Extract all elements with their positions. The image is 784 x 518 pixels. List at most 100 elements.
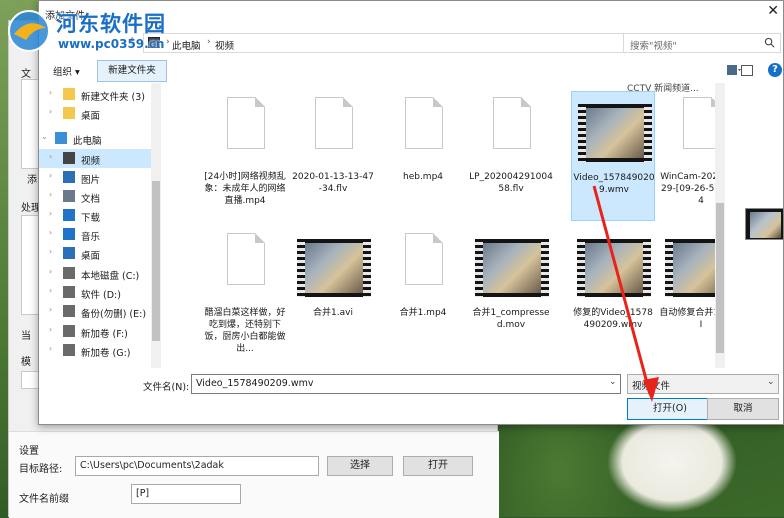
- open-file-dialog: 添加文件 ✕ ↑ › 此电脑 › 视频 ⌄ ↻ 搜索"视频" 组织 ▾ 新建文件…: [38, 0, 784, 425]
- nav-item-label: 桌面: [81, 251, 101, 262]
- expand-chevron-icon[interactable]: ›: [49, 209, 52, 218]
- video-icon: [63, 152, 75, 164]
- filename-label: 文件名(N):: [143, 382, 190, 393]
- file-icon: [291, 91, 375, 171]
- organize-button[interactable]: 组织 ▾: [53, 64, 80, 78]
- nav-item[interactable]: › 文档: [39, 187, 161, 206]
- expand-chevron-icon[interactable]: ›: [49, 88, 52, 97]
- file-name: 醋溜白菜这样做，好吃到爆，还特别下饭，厨房小白都能做出...: [204, 308, 286, 354]
- expand-chevron-icon[interactable]: ›: [49, 152, 52, 161]
- nav-item[interactable]: › 下载: [39, 206, 161, 225]
- drive-icon: [63, 305, 75, 317]
- nav-item[interactable]: › 图片: [39, 168, 161, 187]
- expand-chevron-icon[interactable]: ›: [49, 107, 52, 116]
- video-thumbnail: [659, 227, 719, 307]
- nav-scrollbar[interactable]: [151, 83, 161, 368]
- app-side-label-1: 文: [21, 69, 31, 80]
- expand-chevron-icon[interactable]: ⌄: [41, 132, 48, 141]
- file-tile[interactable]: [24小时]网络视频乱象：未成年人的网络直播.mp4: [203, 91, 287, 221]
- file-name: 2020-01-13-13-47-34.flv: [292, 172, 374, 194]
- search-input[interactable]: 搜索"视频": [623, 33, 781, 53]
- file-tile[interactable]: 合并1_compressed.mov: [469, 227, 553, 357]
- file-list-scrollbar[interactable]: [715, 83, 725, 368]
- nav-item[interactable]: › 视频: [39, 149, 161, 168]
- filetype-select[interactable]: 视频文件: [627, 374, 779, 394]
- file-tile[interactable]: 自动修复合并1-1.AVI: [659, 227, 719, 357]
- cancel-button[interactable]: 取消: [707, 398, 779, 420]
- file-name: LP_20200429100458.flv: [469, 172, 553, 194]
- watermark-title: 河东软件园: [56, 12, 166, 36]
- close-icon[interactable]: ✕: [767, 3, 779, 19]
- file-name: 合并1.mp4: [399, 308, 447, 318]
- help-icon[interactable]: ?: [768, 63, 782, 77]
- nav-item-label: 备份(勿删) (E:): [81, 309, 147, 320]
- expand-chevron-icon[interactable]: ›: [49, 228, 52, 237]
- expand-chevron-icon[interactable]: ›: [49, 286, 52, 295]
- app-current-label: 当: [21, 331, 31, 342]
- dialog-toolbar: 组织 ▾ 新建文件夹 ?: [39, 59, 783, 83]
- file-name: 自动修复合并1-1.AVI: [659, 308, 719, 330]
- file-icon: [469, 91, 553, 171]
- nav-item-label: 新建文件夹 (3): [81, 92, 145, 103]
- nav-item-label: 本地磁盘 (C:): [81, 271, 140, 282]
- file-tile[interactable]: 合并1.mp4: [381, 227, 465, 357]
- file-tile[interactable]: 修复的Video_1578490209.wmv: [571, 227, 655, 357]
- search-placeholder: 搜索"视频": [630, 41, 677, 52]
- nav-item[interactable]: › 备份(勿删) (E:): [39, 302, 161, 321]
- watermark-logo-icon: [8, 10, 50, 52]
- expand-chevron-icon[interactable]: ›: [49, 305, 52, 314]
- nav-item[interactable]: › 新加卷 (F:): [39, 322, 161, 341]
- file-tile[interactable]: LP_20200429100458.flv: [469, 91, 553, 221]
- nav-item[interactable]: › 音乐: [39, 225, 161, 244]
- file-tile[interactable]: Video_1578490209.wmv: [571, 91, 655, 221]
- filename-prefix-input[interactable]: [P]: [131, 484, 241, 504]
- expand-chevron-icon[interactable]: ›: [49, 171, 52, 180]
- nav-item[interactable]: › 本地磁盘 (C:): [39, 264, 161, 283]
- file-name: 修复的Video_1578490209.wmv: [573, 308, 653, 330]
- open-path-button[interactable]: 打开: [403, 456, 473, 476]
- folder-icon: [63, 107, 75, 119]
- expand-chevron-icon[interactable]: ›: [49, 344, 52, 353]
- download-icon: [63, 209, 75, 221]
- nav-item[interactable]: › 软件 (D:): [39, 283, 161, 302]
- open-button[interactable]: 打开(O): [627, 398, 713, 420]
- navigation-pane: › 新建文件夹 (3) › 桌面 ⌄ 此电脑 › 视频 › 图片 › 文档 › 下载 › 音乐 › 桌面 › 本地磁盘…: [39, 83, 161, 368]
- filename-input[interactable]: Video_1578490209.wmv: [191, 374, 621, 394]
- nav-item[interactable]: › 新加卷 (G:): [39, 341, 161, 360]
- file-tile[interactable]: heb.mp4: [381, 91, 465, 221]
- file-tile[interactable]: 2020-01-13-13-47-34.flv: [291, 91, 375, 221]
- watermark: 河东软件园 www.pc0359.cn: [0, 0, 230, 62]
- app-add-button[interactable]: 添: [27, 171, 37, 186]
- expand-chevron-icon[interactable]: ›: [49, 267, 52, 276]
- select-path-button[interactable]: 选择: [327, 456, 393, 476]
- file-list: CCTV 新闻频道... [24小时]网络视频乱象：未成年人的网络直播.mp4 2…: [161, 83, 719, 368]
- target-path-input[interactable]: C:\Users\pc\Documents\2adak: [75, 456, 319, 476]
- search-icon: [764, 37, 775, 48]
- nav-item-label: 新加卷 (F:): [81, 329, 128, 340]
- nav-item-label: 此电脑: [73, 136, 102, 147]
- new-folder-button[interactable]: 新建文件夹: [97, 60, 167, 82]
- chevron-down-icon[interactable]: ⌄: [767, 377, 775, 387]
- nav-item[interactable]: ⌄ 此电脑: [39, 129, 161, 148]
- expand-chevron-icon[interactable]: ›: [49, 325, 52, 334]
- file-tile[interactable]: WinCam-2020-02-29-[09-26-57].mp4: [659, 91, 719, 221]
- expand-chevron-icon[interactable]: ›: [49, 247, 52, 256]
- file-tile[interactable]: 合并1.avi: [291, 227, 375, 357]
- nav-scrollbar-thumb[interactable]: [152, 181, 160, 341]
- chevron-down-icon[interactable]: ⌄: [609, 377, 617, 387]
- nav-item[interactable]: › 桌面: [39, 104, 161, 123]
- drive-icon: [63, 325, 75, 337]
- settings-title: 设置: [19, 446, 39, 457]
- file-list-scrollbar-thumb[interactable]: [716, 203, 724, 353]
- file-tile[interactable]: 醋溜白菜这样做，好吃到爆，还特别下饭，厨房小白都能做出...: [203, 227, 287, 357]
- expand-chevron-icon[interactable]: ›: [49, 190, 52, 199]
- desktop-icon: [63, 247, 75, 259]
- nav-item[interactable]: › 新建文件夹 (3): [39, 85, 161, 104]
- view-options-icon[interactable]: [727, 65, 741, 75]
- drive-icon: [63, 286, 75, 298]
- nav-item[interactable]: › 桌面: [39, 244, 161, 263]
- preview-pane-icon[interactable]: [741, 65, 753, 76]
- nav-item-label: 文档: [81, 194, 101, 205]
- documents-icon: [63, 190, 75, 202]
- folder-icon: [63, 88, 75, 100]
